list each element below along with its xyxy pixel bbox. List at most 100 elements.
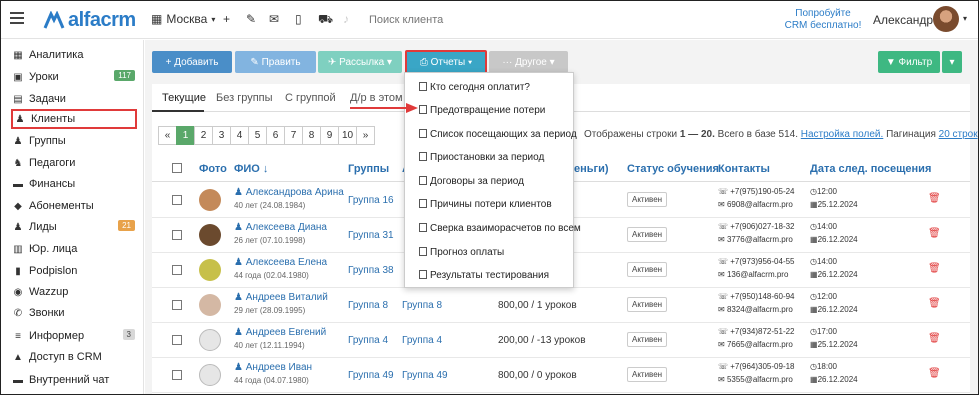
page-prev-button[interactable]: «: [158, 126, 177, 145]
page-next-button[interactable]: »: [356, 126, 375, 145]
reports-button[interactable]: ⎙ Отчеты ▾: [405, 50, 487, 74]
sidebar-item-10[interactable]: ▮ Podpislon: [11, 261, 137, 281]
table-row[interactable]: ♟ Андреев Иван 44 года (04.07.1980) Группа…: [152, 358, 970, 393]
sidebar-item-1[interactable]: ▣ Уроки 117: [11, 67, 137, 87]
page-2-button[interactable]: 2: [194, 126, 213, 145]
page-3-button[interactable]: 3: [212, 126, 231, 145]
client-name[interactable]: ♟ Андреев Иван: [234, 362, 312, 373]
try-crm-link[interactable]: Попробуйте CRM бесплатно!: [783, 8, 863, 32]
row-checkbox[interactable]: [172, 335, 182, 345]
sidebar-item-4[interactable]: ♟ Группы: [11, 131, 137, 151]
header-next-visit[interactable]: Дата след. посещения: [810, 163, 931, 175]
client-email[interactable]: ✉ 7665@alfacrm.pro: [718, 340, 793, 349]
client-email[interactable]: ✉ 3776@alfacrm.pro: [718, 235, 793, 244]
mobile-icon[interactable]: ▯: [295, 12, 302, 26]
fields-settings-link[interactable]: Настройка полей.: [801, 129, 884, 140]
edit-button[interactable]: ✎ Править: [235, 51, 316, 73]
other-button[interactable]: ··· Другое ▾: [489, 51, 568, 73]
client-group-link[interactable]: Группа 31: [348, 230, 394, 241]
client-name[interactable]: ♟ Алексеева Елена: [234, 257, 327, 268]
logo[interactable]: alfacrm: [43, 9, 136, 31]
client-phone[interactable]: ☏ +7(973)956-04-55: [718, 257, 795, 266]
bell-icon[interactable]: ♪: [343, 12, 349, 26]
sidebar-item-8[interactable]: ♟ Лиды 21: [11, 217, 137, 237]
city-selector[interactable]: ▦ Москва ▾: [151, 12, 215, 26]
client-phone[interactable]: ☏ +7(906)027-18-32: [718, 222, 795, 231]
page-9-button[interactable]: 9: [320, 126, 339, 145]
row-checkbox[interactable]: [172, 300, 182, 310]
report-menu-item[interactable]: Договоры за период: [419, 176, 524, 187]
avatar[interactable]: [933, 6, 959, 32]
sidebar-item-12[interactable]: ✆ Звонки: [11, 303, 137, 323]
client-name[interactable]: ♟ Андреев Виталий: [234, 292, 328, 303]
client-group2-link[interactable]: Группа 49: [402, 370, 448, 381]
sidebar-item-2[interactable]: ▤ Задачи: [11, 89, 137, 109]
search-input[interactable]: [363, 10, 763, 30]
sidebar-item-6[interactable]: ▬ Финансы: [11, 174, 137, 194]
client-name[interactable]: ♟ Андреев Евгений: [234, 327, 326, 338]
report-menu-item[interactable]: Сверка взаиморасчетов по всем: [419, 223, 581, 234]
row-checkbox[interactable]: [172, 195, 182, 205]
client-group-link[interactable]: Группа 38: [348, 265, 394, 276]
page-8-button[interactable]: 8: [302, 126, 321, 145]
report-menu-item[interactable]: Список посещающих за период: [419, 129, 577, 140]
client-phone[interactable]: ☏ +7(975)190-05-24: [718, 187, 795, 196]
client-phone[interactable]: ☏ +7(964)305-09-18: [718, 362, 795, 371]
delete-icon[interactable]: 🗑: [928, 298, 941, 309]
sidebar-item-13[interactable]: ≡ Информер 3: [11, 326, 137, 346]
sidebar-item-11[interactable]: ◉ Wazzup: [11, 282, 137, 302]
row-checkbox[interactable]: [172, 265, 182, 275]
delete-icon[interactable]: 🗑: [928, 368, 941, 379]
client-group-link[interactable]: Группа 4: [348, 335, 388, 346]
report-menu-item[interactable]: Причины потери клиентов: [419, 199, 552, 210]
page-5-button[interactable]: 5: [248, 126, 267, 145]
header-groups[interactable]: Группы: [348, 163, 389, 175]
sidebar-item-9[interactable]: ▥ Юр. лица: [11, 239, 137, 259]
sidebar-item-14[interactable]: ▲ Доступ в CRM: [11, 347, 137, 367]
header-name[interactable]: ФИО ↓: [234, 163, 268, 175]
hamburger-menu-icon[interactable]: [10, 12, 24, 24]
add-button[interactable]: + Добавить: [152, 51, 232, 73]
client-email[interactable]: ✉ 5355@alfacrm.pro: [718, 375, 793, 384]
cart-icon[interactable]: ⛟: [318, 12, 333, 28]
filter-button[interactable]: ▼ Фильтр: [878, 51, 940, 73]
client-name[interactable]: ♟ Алексеева Диана: [234, 222, 327, 233]
row-checkbox[interactable]: [172, 230, 182, 240]
mail-icon[interactable]: ✉: [269, 12, 279, 26]
client-group2-link[interactable]: Группа 4: [402, 335, 442, 346]
wrench-icon[interactable]: ✎: [246, 12, 256, 26]
page-1-button[interactable]: 1: [176, 126, 195, 145]
page-7-button[interactable]: 7: [284, 126, 303, 145]
filter-options-button[interactable]: ▾: [942, 51, 962, 73]
client-email[interactable]: ✉ 136@alfacrm.pro: [718, 270, 788, 279]
client-phone[interactable]: ☏ +7(934)872-51-22: [718, 327, 795, 336]
table-row[interactable]: ♟ Андреев Виталий 29 лет (28.09.1995) Груп…: [152, 288, 970, 323]
sidebar-item-15[interactable]: ▬ Внутренний чат: [11, 370, 137, 390]
page-6-button[interactable]: 6: [266, 126, 285, 145]
client-phone[interactable]: ☏ +7(950)148-60-94: [718, 292, 795, 301]
per-page-link[interactable]: 20 строк: [939, 129, 978, 140]
page-10-button[interactable]: 10: [338, 126, 357, 145]
client-group-link[interactable]: Группа 8: [348, 300, 388, 311]
client-email[interactable]: ✉ 6908@alfacrm.pro: [718, 200, 793, 209]
sidebar-item-3[interactable]: ♟ Клиенты: [11, 109, 137, 129]
user-name[interactable]: Александра: [873, 13, 940, 27]
delete-icon[interactable]: 🗑: [928, 228, 941, 239]
table-row[interactable]: ♟ Андреев Евгений 40 лет (12.11.1994) Груп…: [152, 323, 970, 358]
client-group-link[interactable]: Группа 16: [348, 195, 394, 206]
report-menu-item[interactable]: Предотвращение потери: [419, 105, 545, 116]
client-group2-link[interactable]: Группа 8: [402, 300, 442, 311]
delete-icon[interactable]: 🗑: [928, 263, 941, 274]
report-menu-item[interactable]: Кто сегодня оплатит?: [419, 82, 530, 93]
report-menu-item[interactable]: Результаты тестирования: [419, 270, 549, 281]
delete-icon[interactable]: 🗑: [928, 333, 941, 344]
chevron-down-icon[interactable]: ▾: [963, 14, 967, 23]
tab-with-group[interactable]: С группой: [285, 92, 336, 104]
select-all-checkbox[interactable]: [172, 163, 182, 173]
client-group-link[interactable]: Группа 49: [348, 370, 394, 381]
tab-current[interactable]: Текущие: [162, 92, 206, 104]
sidebar-item-7[interactable]: ◆ Абонементы: [11, 196, 137, 216]
delete-icon[interactable]: 🗑: [928, 193, 941, 204]
report-menu-item[interactable]: Приостановки за период: [419, 152, 544, 163]
tab-no-group[interactable]: Без группы: [216, 92, 273, 104]
